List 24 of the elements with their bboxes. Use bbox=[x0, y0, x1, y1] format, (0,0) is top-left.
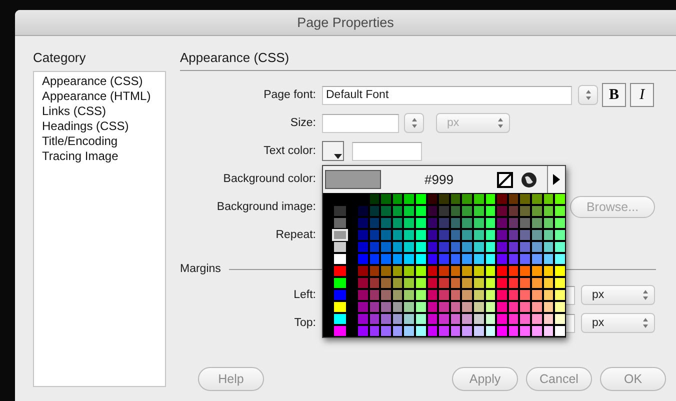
category-item[interactable]: Appearance (CSS) bbox=[34, 74, 165, 89]
bold-button[interactable]: B bbox=[602, 83, 626, 107]
category-item[interactable]: Links (CSS) bbox=[34, 104, 165, 119]
field-label: Text color: bbox=[262, 145, 317, 157]
field-label: Repeat: bbox=[274, 229, 317, 241]
category-item[interactable]: Headings (CSS) bbox=[34, 119, 165, 134]
field-label: Left: bbox=[292, 289, 317, 301]
italic-button[interactable]: I bbox=[630, 83, 654, 107]
category-item[interactable]: Title/Encoding bbox=[34, 134, 165, 149]
field-label: Background color: bbox=[222, 173, 317, 185]
page-font-field[interactable]: Default Font bbox=[322, 86, 572, 104]
field-label: Size: bbox=[289, 117, 317, 129]
category-item[interactable]: Appearance (HTML) bbox=[34, 89, 165, 104]
section-heading: Appearance (CSS) bbox=[180, 50, 290, 65]
unit-select[interactable]: px bbox=[581, 285, 655, 305]
field-label: Page font: bbox=[262, 89, 317, 101]
window-title: Page Properties bbox=[297, 15, 394, 30]
category-heading: Category bbox=[33, 50, 87, 65]
hex-value: #999 bbox=[424, 172, 454, 187]
margins-heading: Margins bbox=[180, 263, 221, 275]
field-label: Background image: bbox=[216, 201, 317, 213]
field-label: Top: bbox=[293, 317, 317, 329]
category-item[interactable]: Tracing Image bbox=[34, 149, 165, 164]
unit-select[interactable]: px bbox=[581, 313, 655, 333]
